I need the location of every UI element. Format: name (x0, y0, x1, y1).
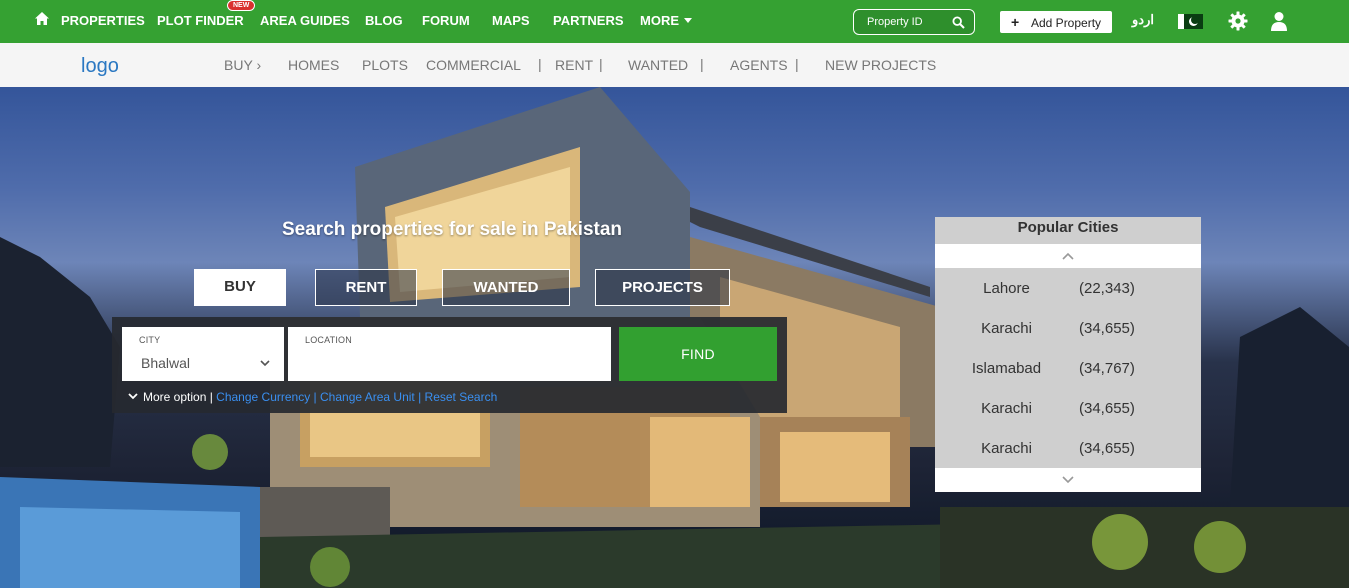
city-count: (22,343) (1079, 280, 1135, 297)
nav-partners[interactable]: PARTNERS (553, 13, 624, 28)
nav-area-guides[interactable]: AREA GUIDES (260, 13, 350, 28)
subnav-commercial[interactable]: COMMERCIAL (426, 57, 521, 73)
tab-rent[interactable]: RENT (315, 269, 417, 306)
nav-blog[interactable]: BLOG (365, 13, 403, 28)
city-label: CITY (139, 335, 161, 345)
reset-search-link[interactable]: Reset Search (425, 390, 498, 404)
popular-cities-title: Popular Cities (1017, 219, 1119, 236)
subnav-homes[interactable]: HOMES (288, 57, 339, 73)
subnav-rent[interactable]: RENT (555, 57, 593, 73)
change-currency-link[interactable]: Change Currency | (216, 390, 317, 404)
tab-buy[interactable]: BUY (194, 269, 286, 306)
gear-icon[interactable] (1228, 11, 1248, 31)
city-name: Karachi (981, 440, 1032, 457)
subnav-new-projects[interactable]: NEW PROJECTS (825, 57, 936, 73)
caret-down-icon (684, 18, 692, 23)
city-item[interactable]: Karachi (34,655) (935, 320, 1201, 340)
chevron-down-icon (260, 360, 270, 367)
property-id-search[interactable]: Property ID (853, 9, 975, 35)
city-name: Lahore (983, 280, 1030, 297)
city-item[interactable]: Lahore (22,343) (935, 280, 1201, 300)
city-count: (34,655) (1079, 320, 1135, 337)
city-count: (34,767) (1079, 360, 1135, 377)
subnav-plots[interactable]: PLOTS (362, 57, 408, 73)
chevron-up-icon (1062, 252, 1074, 260)
property-id-placeholder: Property ID (867, 16, 923, 28)
site-logo[interactable]: logo (81, 55, 119, 78)
location-field[interactable]: LOCATION (288, 327, 611, 381)
scroll-up-button[interactable] (935, 244, 1201, 268)
city-name: Islamabad (971, 360, 1042, 377)
subnav-wanted[interactable]: WANTED (628, 57, 688, 73)
subnav-agents[interactable]: AGENTS (730, 57, 788, 73)
city-item[interactable]: Karachi (34,655) (935, 440, 1201, 460)
location-label: LOCATION (305, 335, 352, 345)
hero-title: Search properties for sale in Pakistan (282, 219, 623, 240)
nav-properties[interactable]: PROPERTIES (61, 13, 145, 28)
chevron-down-icon (1062, 476, 1074, 484)
tab-wanted[interactable]: WANTED (442, 269, 570, 306)
city-count: (34,655) (1079, 440, 1135, 457)
nav-more-label: MORE (640, 13, 679, 28)
nav-more[interactable]: MORE (640, 13, 692, 28)
secondary-navigation-bar: logo BUY › HOMES PLOTS COMMERCIAL | RENT… (0, 43, 1349, 87)
city-item[interactable]: Islamabad (34,767) (935, 360, 1201, 380)
city-name: Karachi (981, 320, 1032, 337)
search-panel: CITY Bhalwal LOCATION FIND More option |… (112, 317, 787, 413)
add-property-button[interactable]: + Add Property (1000, 11, 1112, 33)
home-icon[interactable] (34, 11, 50, 27)
top-navigation-bar: PROPERTIES PLOT FINDER NEW AREA GUIDES B… (0, 0, 1349, 43)
user-icon[interactable] (1270, 11, 1288, 31)
subnav-separator: | (700, 56, 704, 72)
subnav-separator: | (538, 56, 542, 72)
chevron-down-icon (128, 393, 138, 400)
city-value: Bhalwal (141, 355, 191, 371)
location-input[interactable] (302, 355, 592, 375)
plus-icon: + (1011, 14, 1020, 30)
change-area-unit-link[interactable]: Change Area Unit | (320, 390, 421, 404)
subnav-buy-label: BUY (224, 57, 253, 73)
search-icon[interactable] (952, 16, 965, 29)
subnav-separator: | (599, 56, 603, 72)
city-select[interactable]: CITY Bhalwal (122, 327, 284, 381)
language-urdu-link[interactable]: اردو (1132, 12, 1154, 28)
nav-forum[interactable]: FORUM (422, 13, 470, 28)
find-button[interactable]: FIND (619, 327, 777, 381)
chevron-right-icon: › (256, 57, 262, 73)
add-property-label: Add Property (1031, 16, 1102, 30)
nav-maps[interactable]: MAPS (492, 13, 530, 28)
more-option-toggle[interactable]: More option | (128, 390, 213, 404)
scroll-down-button[interactable] (935, 468, 1201, 492)
more-option-label: More option | (143, 390, 213, 404)
new-badge: NEW (227, 0, 256, 11)
tab-projects[interactable]: PROJECTS (595, 269, 730, 306)
city-count: (34,655) (1079, 400, 1135, 417)
city-item[interactable]: Karachi (34,655) (935, 400, 1201, 420)
popular-cities-panel: Popular Cities Lahore (22,343) Karachi (… (935, 217, 1201, 492)
subnav-buy[interactable]: BUY › (224, 57, 261, 73)
nav-plot-finder[interactable]: PLOT FINDER (157, 13, 244, 28)
subnav-separator: | (795, 56, 799, 72)
search-options-row: More option | Change Currency | Change A… (128, 390, 497, 404)
pakistan-flag-icon[interactable] (1178, 14, 1203, 29)
city-name: Karachi (981, 400, 1032, 417)
